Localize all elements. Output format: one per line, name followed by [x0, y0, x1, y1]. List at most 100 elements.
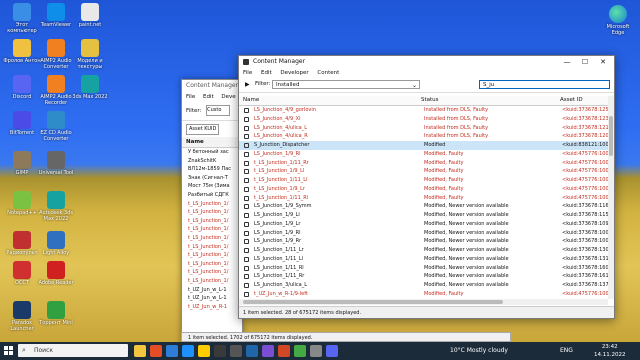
- asset-status: Modified, Faulty: [424, 150, 464, 157]
- minimize-button[interactable]: —: [558, 56, 576, 68]
- table-row[interactable]: LS_Junction_1/9_Rl Modified, Faulty <kuid:…: [239, 150, 614, 159]
- search-input[interactable]: S_ju: [479, 80, 610, 89]
- taskbar-search[interactable]: ⌕ Поиск: [18, 344, 128, 357]
- asset-name: LS_Junction_1/9_Ll: [254, 212, 300, 218]
- list-item[interactable]: ВЛ12м-1859 Пас: [182, 165, 242, 174]
- clock[interactable]: 23:42 14.11.2022: [594, 343, 626, 359]
- start-button[interactable]: [4, 346, 14, 356]
- table-row[interactable]: t_LS_Junction_1/9_Lr Modified, Faulty <kui…: [239, 185, 614, 194]
- asset-icon: [244, 265, 249, 271]
- vertical-scrollbar[interactable]: [608, 96, 614, 299]
- taskbar-app-icon[interactable]: [150, 345, 162, 357]
- table-row[interactable]: LS_Junction_1/11_Rr Modified, Newer versi…: [239, 272, 614, 281]
- desktop-icon[interactable]: Adobe Reader: [36, 260, 76, 296]
- taskbar-app-icon[interactable]: [310, 345, 322, 357]
- weather-widget[interactable]: 10°C Mostly cloudy: [450, 342, 508, 360]
- column-header-asset-id[interactable]: Asset ID: [560, 96, 583, 105]
- language-indicator[interactable]: ENG: [560, 342, 573, 360]
- table-row[interactable]: LS_Junction_1/11_Ll Modified, Newer versi…: [239, 255, 614, 264]
- table-row[interactable]: t_LS_Junction_1/11_Ll Modified, Faulty <ku…: [239, 176, 614, 185]
- taskbar-app-icon[interactable]: [198, 345, 210, 357]
- content-manager-window-back[interactable]: Content Manager File Edit Deve Filter: C…: [181, 79, 243, 345]
- menu-file[interactable]: File: [186, 94, 195, 100]
- taskbar-app-icon[interactable]: [246, 345, 258, 357]
- table-row[interactable]: t_LS_Junction_1/9_Ll Modified, Faulty <kui…: [239, 167, 614, 176]
- table-row[interactable]: LS_Junction_1/9_Rl Modified, Newer versio…: [239, 229, 614, 238]
- maximize-button[interactable]: ☐: [576, 56, 594, 68]
- menu-edit[interactable]: Edit: [261, 70, 272, 76]
- menu-content[interactable]: Content: [317, 70, 339, 76]
- list-item[interactable]: t_LS_Junction_1/: [182, 277, 242, 286]
- windows-logo-icon: [4, 346, 8, 350]
- table-row[interactable]: t_LS_Junction_1/11_Rr Modified, Faulty <ku…: [239, 159, 614, 168]
- column-header-name[interactable]: Name: [243, 96, 259, 105]
- list-item[interactable]: t_UZ_Jun_w_L-1: [182, 294, 242, 303]
- app-icon: [47, 111, 65, 129]
- table-row[interactable]: t_UZ_Jun_w_R-1/9-left Modified, Faulty <ku…: [239, 290, 614, 299]
- list-item[interactable]: t_LS_Junction_1/: [182, 268, 242, 277]
- column-header-status[interactable]: Status: [421, 96, 439, 105]
- list-item[interactable]: t_LS_Junction_1/: [182, 251, 242, 260]
- close-button[interactable]: ✕: [594, 56, 612, 68]
- table-row[interactable]: LS_Junction_1/11_Rl Modified, Newer versi…: [239, 264, 614, 273]
- app-icon: [13, 261, 31, 279]
- table-row[interactable]: LS_Junction_1/9_Lr Modified, Newer versio…: [239, 220, 614, 229]
- filter-select[interactable]: Custo: [206, 105, 231, 116]
- desktop-icon[interactable]: Autodesk 3ds Max 2022: [36, 190, 76, 226]
- table-row[interactable]: LS_Junction_3/ulica_L Modified, Newer ver…: [239, 281, 614, 290]
- taskbar-app-icon[interactable]: [278, 345, 290, 357]
- taskbar-app-icon[interactable]: [262, 345, 274, 357]
- list-item[interactable]: Знак (Сигнал-Т: [182, 174, 242, 183]
- list-item[interactable]: ZnakSchitK: [182, 157, 242, 166]
- content-manager-window[interactable]: Content Manager — ☐ ✕ File Edit Develope…: [238, 55, 615, 319]
- list-item[interactable]: t_LS_Junction_1/: [182, 225, 242, 234]
- desktop-icon[interactable]: paint.net: [70, 2, 110, 38]
- table-row[interactable]: t_LS_Junction_1/11_Rl Modified, Faulty <ku…: [239, 194, 614, 203]
- list-item[interactable]: t_LS_Junction_1/: [182, 260, 242, 269]
- taskbar-app-icon[interactable]: [326, 345, 338, 357]
- taskbar-app-icon[interactable]: [166, 345, 178, 357]
- table-row[interactable]: LS_Junction_1/9_Symm Modified, Newer vers…: [239, 202, 614, 211]
- list-item[interactable]: У бетонный зас: [182, 148, 242, 157]
- taskbar-app-icon[interactable]: [134, 345, 146, 357]
- asset-kuid-button[interactable]: Asset KUID: [186, 124, 220, 135]
- desktop-icon[interactable]: EZ CD Audio Converter: [36, 110, 76, 146]
- list-item[interactable]: t_LS_Junction_1/: [182, 200, 242, 209]
- menu-file[interactable]: File: [243, 70, 252, 76]
- taskbar-app-icon[interactable]: [182, 345, 194, 357]
- table-row[interactable]: LS_Junction_4/9_Xl Installed from DLS, Fa…: [239, 115, 614, 124]
- asset-icon: [244, 125, 249, 131]
- horizontal-scrollbar[interactable]: [239, 299, 608, 305]
- menu-developer[interactable]: Developer: [280, 70, 308, 76]
- table-row[interactable]: LS_Junction_4/9_gorlovin Installed from D…: [239, 106, 614, 115]
- table-row[interactable]: S_Junction_Dispatcher Modified <kuid:83812…: [239, 141, 614, 150]
- table-row[interactable]: LS_Junction_1/9_Ll Modified, Newer versio…: [239, 211, 614, 220]
- table-row[interactable]: LS_Junction_1/9_Rr Modified, Newer versio…: [239, 237, 614, 246]
- taskbar-app-icon[interactable]: [294, 345, 306, 357]
- scroll-thumb[interactable]: [609, 116, 613, 156]
- desktop-icon[interactable]: Universal Tool: [36, 150, 76, 186]
- list-item[interactable]: Разбитый СДГК: [182, 191, 242, 200]
- list-item[interactable]: t_LS_Junction_1/: [182, 234, 242, 243]
- list-item[interactable]: t_LS_Junction_1/: [182, 208, 242, 217]
- menu-developer[interactable]: Deve: [221, 94, 235, 100]
- list-item[interactable]: t_UZ_Jun_w_R-1: [182, 303, 242, 312]
- desktop-icon-edge[interactable]: Microsoft Edge: [600, 4, 636, 40]
- list-item[interactable]: Мост 75м (Зима: [182, 182, 242, 191]
- scroll-thumb[interactable]: [243, 300, 503, 304]
- table-row[interactable]: LS_Junction_1/11_Lr Modified, Newer versi…: [239, 246, 614, 255]
- desktop-icon[interactable]: 3ds Max 2022: [70, 74, 110, 110]
- column-header-name[interactable]: Name: [182, 137, 242, 148]
- table-row[interactable]: LS_Junction_4/ulica_R Installed from DLS,…: [239, 132, 614, 141]
- menu-edit[interactable]: Edit: [203, 94, 214, 100]
- table-row[interactable]: LS_Junction_4/ulica_L Installed from DLS,…: [239, 124, 614, 133]
- list-item[interactable]: t_LS_Junction_1/: [182, 243, 242, 252]
- taskbar-app-icon[interactable]: [230, 345, 242, 357]
- desktop-icon[interactable]: Модели и текстуры: [70, 38, 110, 74]
- desktop-icon[interactable]: Торрент Mini: [36, 300, 76, 336]
- taskbar-app-icon[interactable]: [214, 345, 226, 357]
- filter-select[interactable]: Installed ⌄: [272, 80, 420, 89]
- play-icon[interactable]: ▶: [245, 81, 250, 88]
- list-item[interactable]: t_UZ_Jun_w_L-1: [182, 286, 242, 295]
- list-item[interactable]: t_LS_Junction_1/: [182, 217, 242, 226]
